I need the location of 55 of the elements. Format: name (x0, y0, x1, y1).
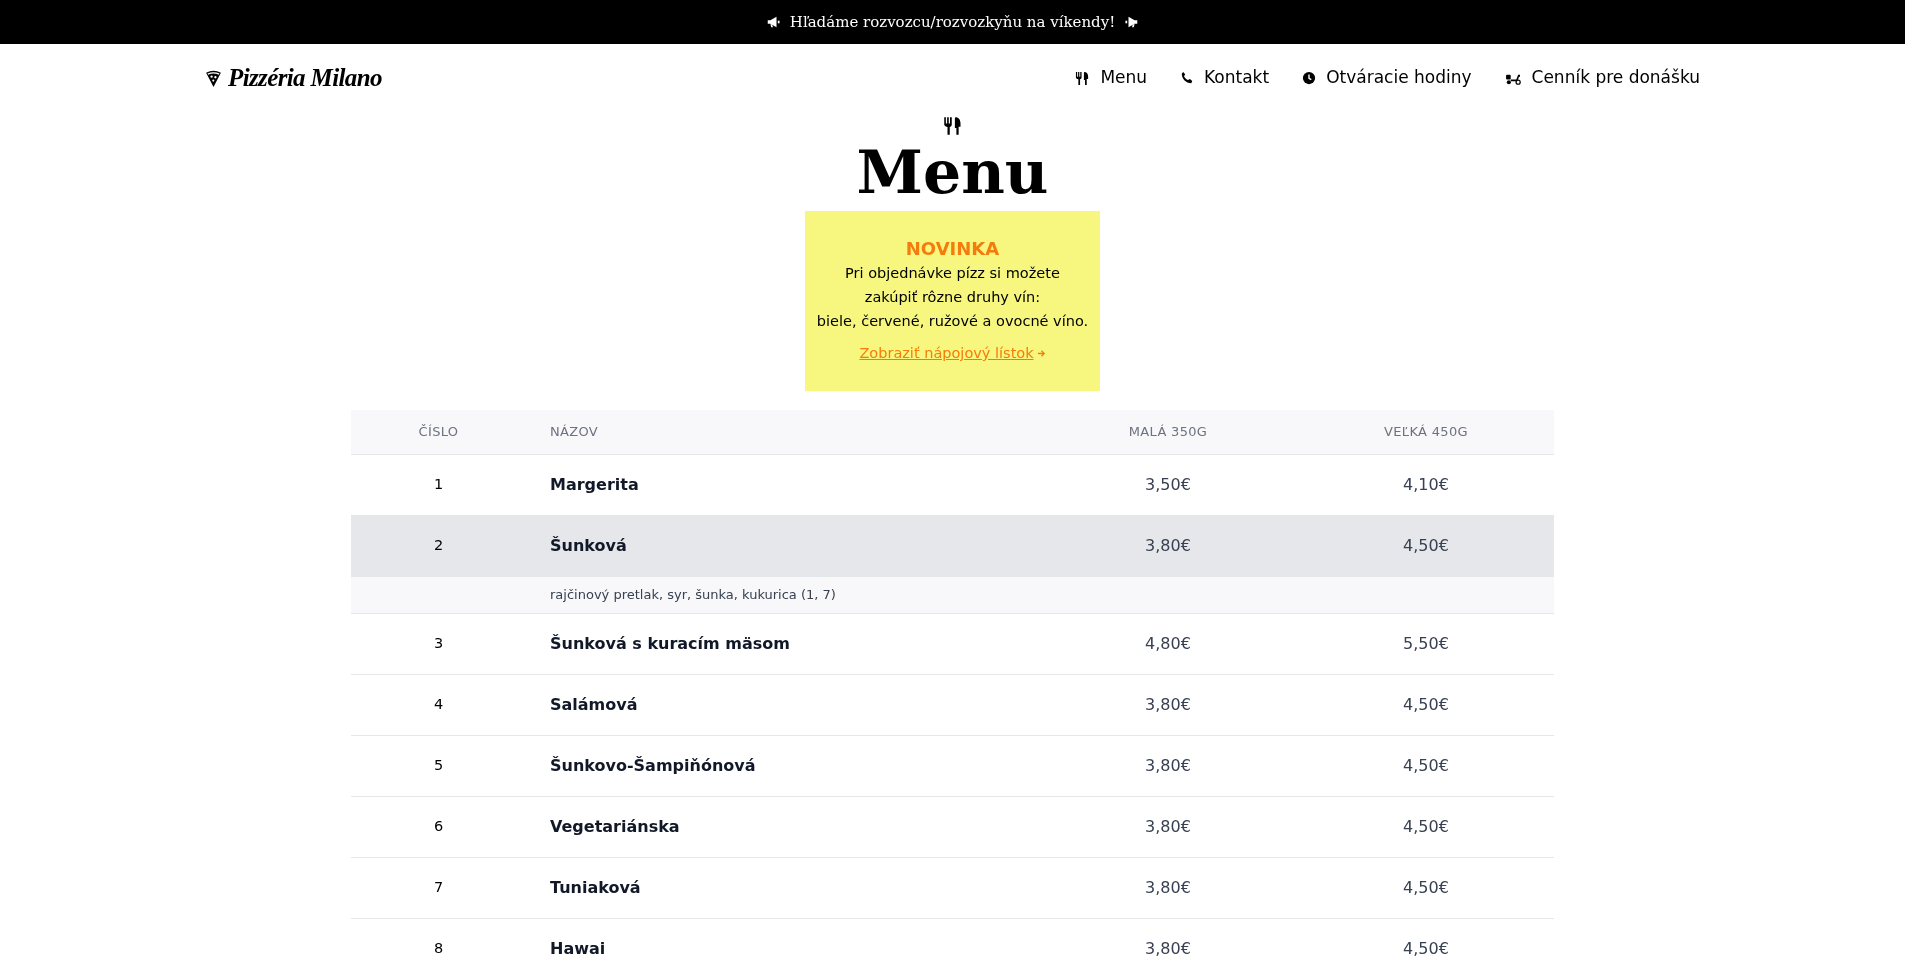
menu-row[interactable]: 2 Šunková 3,80€ 4,50€ (351, 515, 1554, 577)
price-cell-text: 3,80€ (1144, 937, 1192, 960)
price-cell-text: 4,50€ (1402, 815, 1450, 838)
pizza-slice-icon (205, 68, 222, 88)
column-header: ČÍSLO (417, 423, 460, 441)
price-cell-text: 4,80€ (1144, 632, 1192, 655)
ingredients-text: rajčinový pretlak, syr, šunka, kukurica (1, 7) (549, 586, 837, 604)
table-cell-text: 5 (432, 755, 445, 775)
table-cell-text: 1 (432, 474, 445, 494)
price-cell-text: 3,50€ (1144, 473, 1192, 496)
price-cell-text: 3,80€ (1144, 535, 1192, 558)
page-title: Menu (856, 136, 1049, 208)
table-cell-text: 4 (432, 694, 445, 714)
table-cell-text: 8 (432, 938, 445, 958)
price-cell-text: 5,50€ (1402, 632, 1450, 655)
column-header: MALÁ 350G (1127, 423, 1209, 441)
notice-title: NOVINKA (905, 237, 1000, 261)
price-cell-text: 3,80€ (1144, 815, 1192, 838)
price-cell-text: 4,50€ (1402, 937, 1450, 960)
pizza-name: Salámová (549, 693, 639, 716)
table-cell-text: 2 (432, 536, 445, 556)
price-cell-text: 3,80€ (1144, 693, 1192, 716)
column-header: NÁZOV (549, 423, 600, 441)
nav-link[interactable]: Cenník pre donášku (1504, 65, 1700, 91)
table-cell-text: 7 (432, 877, 445, 897)
column-header: VEĽKÁ 450G (1383, 423, 1469, 441)
price-cell-text: 4,50€ (1402, 693, 1450, 716)
pizza-name: Hawai (549, 937, 607, 960)
pizza-name: Šunková (549, 535, 628, 558)
price-cell-text: 3,80€ (1144, 876, 1192, 899)
fork-knife-icon (942, 116, 963, 136)
price-cell-text: 3,80€ (1144, 754, 1192, 777)
nav-link[interactable]: Otváracie hodiny (1302, 65, 1472, 91)
pizza-name: Šunkovo-Šampiňónová (549, 754, 757, 777)
price-cell-text: 4,50€ (1402, 754, 1450, 777)
price-cell-text: 4,10€ (1402, 473, 1450, 496)
megaphone-icon (765, 15, 780, 29)
nav-link[interactable]: Menu (1075, 65, 1148, 91)
pizza-name: Šunková s kuracím mäsom (549, 632, 791, 655)
price-cell-text: 4,50€ (1402, 876, 1450, 899)
pizza-name: Margerita (549, 473, 640, 496)
logo[interactable]: Pizzéria Milano (205, 59, 382, 97)
clock-icon (1302, 71, 1317, 85)
phone-icon (1180, 71, 1195, 85)
megaphone-icon (1125, 15, 1140, 29)
notice-text: Pri objednávke pízz si možete zakúpiť rôzne druhy vín: biele, červené, ružové a ovocné víno. (816, 264, 1089, 331)
table-cell-text: 6 (432, 816, 445, 836)
table-cell-text: 3 (432, 633, 445, 653)
arrow-right-icon (1036, 349, 1046, 359)
nav-link[interactable]: Kontakt (1180, 65, 1270, 91)
price-cell-text: 4,50€ (1402, 535, 1450, 558)
pizza-name: Tuniaková (549, 876, 642, 899)
pizza-name: Vegetariánska (549, 815, 681, 838)
announcement-text: Hľadáme rozvozcu/rozvozkyňu na víkendy! (789, 11, 1116, 33)
fork-knife-icon (1075, 70, 1091, 86)
